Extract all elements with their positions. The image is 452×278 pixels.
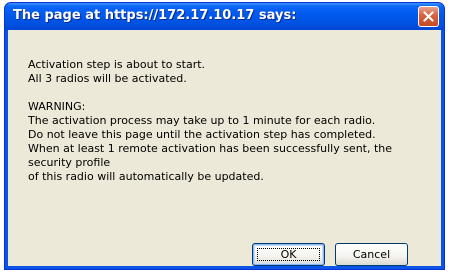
ok-button-label: OK xyxy=(280,248,297,261)
message-line: All 3 radios will be activated. xyxy=(28,72,187,85)
message-line: When at least 1 remote activation has be… xyxy=(28,142,393,155)
message-line: The activation process may take up to 1 … xyxy=(28,114,376,127)
message-line: Do not leave this page until the activat… xyxy=(28,128,376,141)
message-line: of this radio will automatically be upda… xyxy=(28,170,264,183)
close-icon xyxy=(423,11,434,22)
message-line: Activation step is about to start. xyxy=(28,58,206,71)
alert-dialog: The page at https://172.17.10.17 says: A… xyxy=(4,2,445,270)
dialog-titlebar[interactable]: The page at https://172.17.10.17 says: xyxy=(5,3,444,30)
cancel-button[interactable]: Cancel xyxy=(335,243,408,266)
dialog-body: Activation step is about to start. All 3… xyxy=(8,30,441,266)
close-button[interactable] xyxy=(418,6,439,27)
dialog-message: Activation step is about to start. All 3… xyxy=(28,58,433,184)
ok-button[interactable]: OK xyxy=(252,243,325,266)
dialog-title: The page at https://172.17.10.17 says: xyxy=(13,8,297,23)
message-line: security profile xyxy=(28,156,111,169)
cancel-button-label: Cancel xyxy=(352,248,391,261)
warning-heading: WARNING: xyxy=(28,100,86,113)
